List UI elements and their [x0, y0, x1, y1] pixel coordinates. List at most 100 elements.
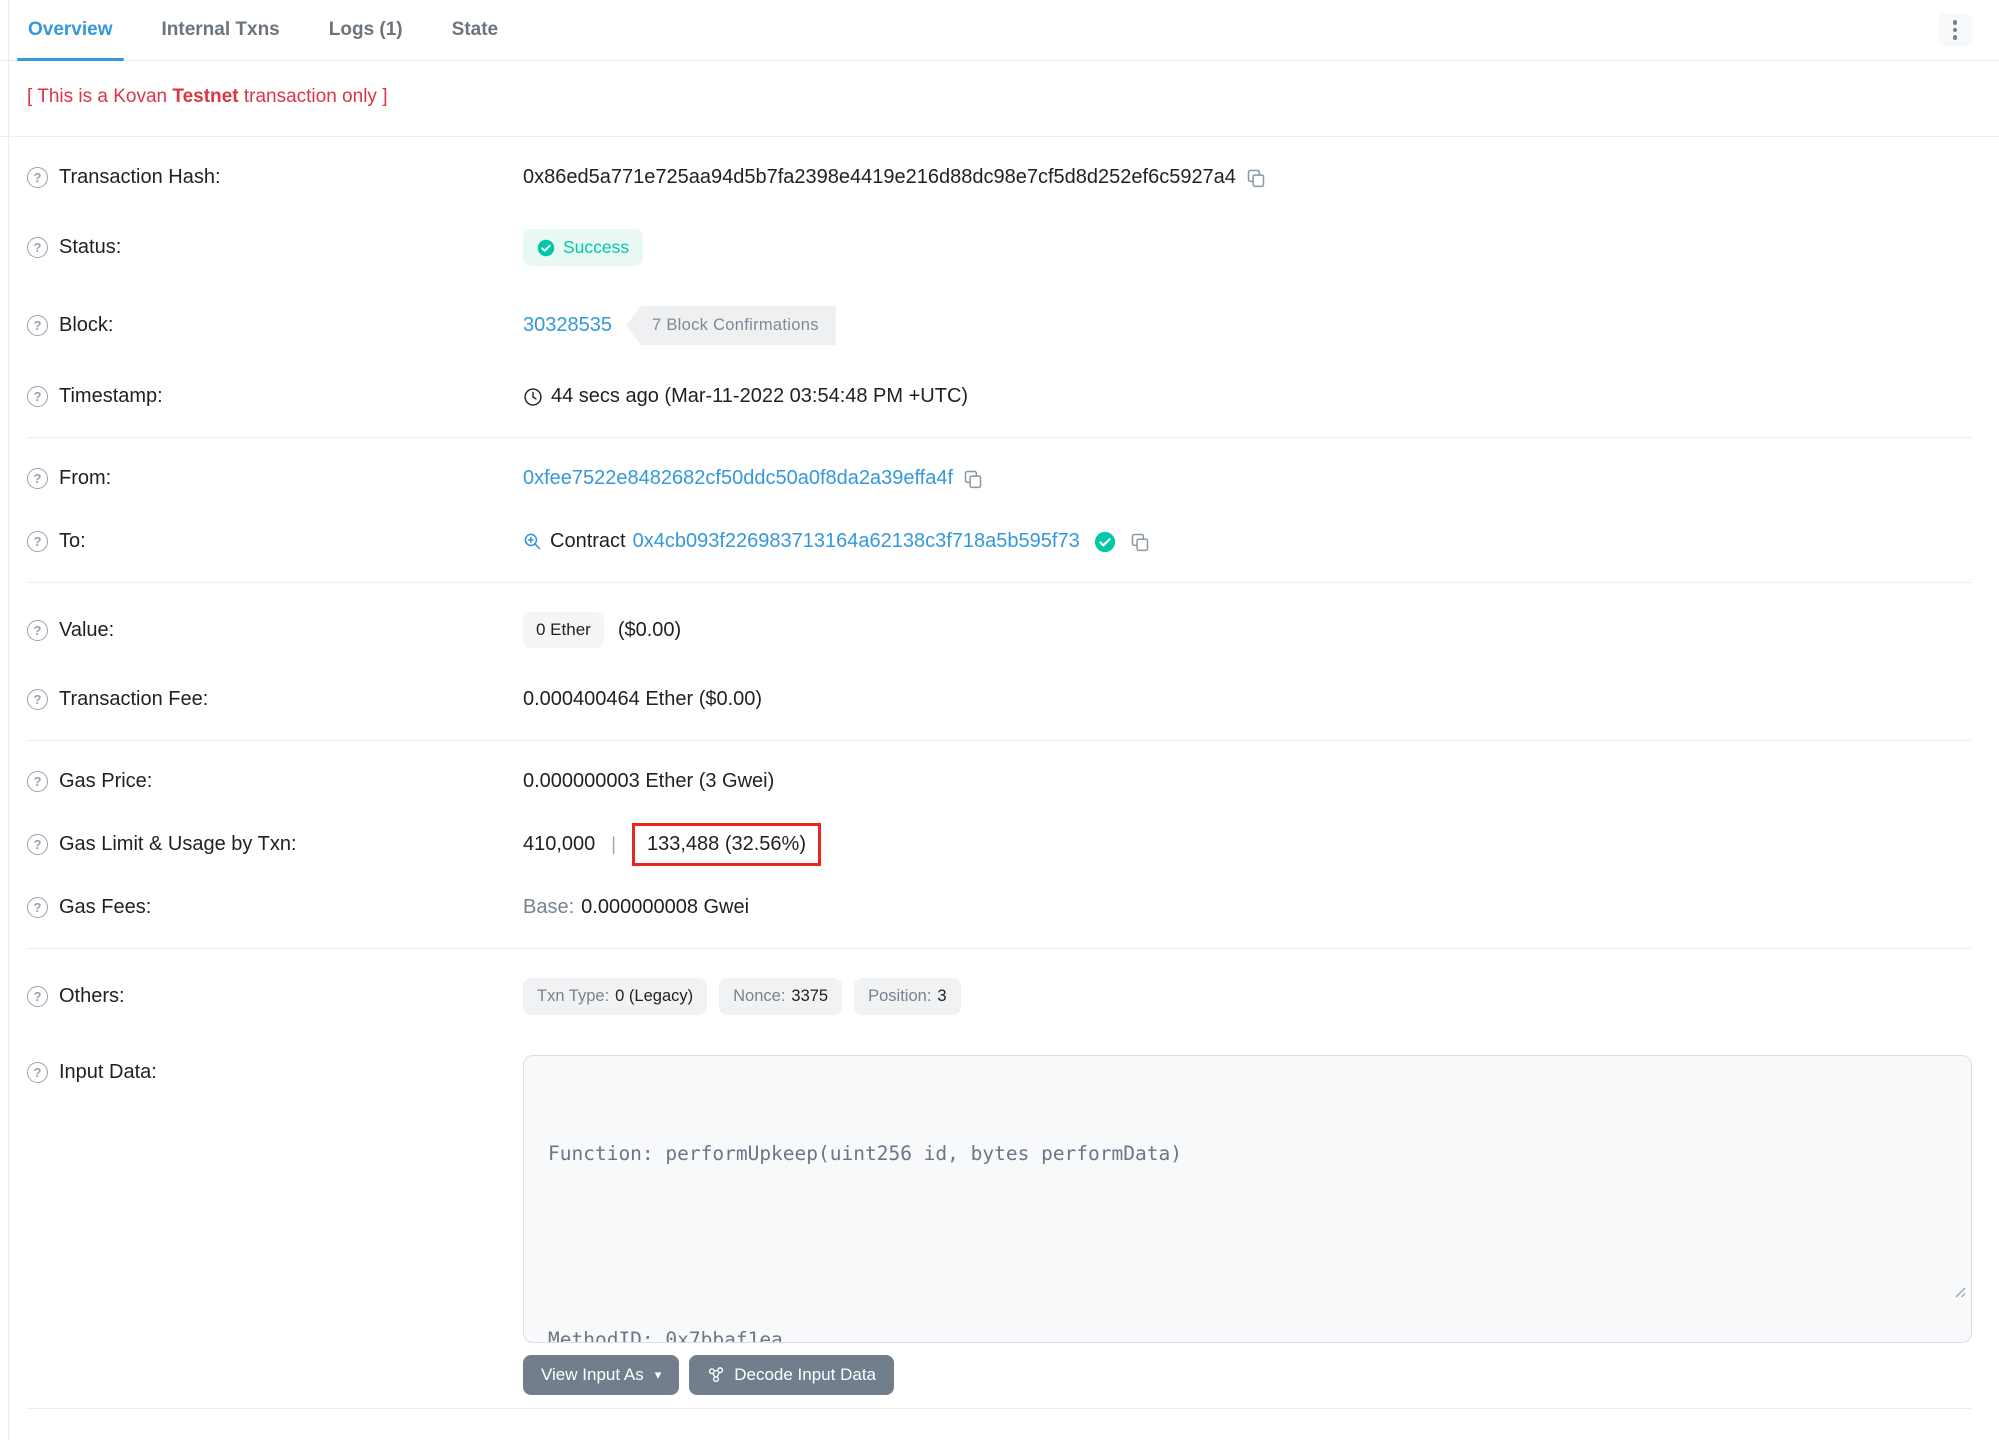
block-label: Block: [59, 314, 114, 336]
gas-usage-value: 133,488 (32.56%) [646, 833, 806, 855]
others-label: Others: [59, 985, 125, 1007]
chevron-down-icon: ▾ [654, 1367, 662, 1382]
position-value: 3 [937, 987, 947, 1005]
help-icon[interactable]: ? [27, 237, 48, 258]
notice-suffix: transaction only ] [238, 86, 388, 107]
ether-value-badge: 0 Ether [523, 612, 604, 648]
kebab-dot-icon [1952, 35, 1958, 40]
input-data-label: Input Data: [59, 1061, 157, 1083]
help-icon[interactable]: ? [27, 834, 48, 855]
to-address-link[interactable]: 0x4cb093f226983713164a62138c3f718a5b595f… [633, 530, 1080, 553]
status-label: Status: [59, 236, 122, 258]
from-address-link[interactable]: 0xfee7522e8482682cf50ddc50a0f8da2a39effa… [523, 467, 953, 490]
card-left-border [8, 0, 9, 1440]
transaction-hash-value: 0x86ed5a771e725aa94d5b7fa2398e4419e216d8… [523, 166, 1236, 188]
input-data-textarea[interactable]: Function: performUpkeep(uint256 id, byte… [523, 1055, 1972, 1343]
tab-bar: Overview Internal Txns Logs (1) State [0, 0, 1999, 61]
zoom-in-icon[interactable] [523, 532, 542, 551]
overview-group-2: ? From: 0xfee7522e8482682cf50ddc50a0f8da… [27, 438, 1972, 583]
txn-type-value: 0 (Legacy) [615, 987, 694, 1005]
copy-from-button[interactable] [963, 469, 983, 489]
input-data-actions: View Input As ▾ Decode Input Data [523, 1343, 1972, 1399]
decode-input-data-button[interactable]: Decode Input Data [689, 1355, 894, 1395]
help-icon[interactable]: ? [27, 315, 48, 336]
kebab-dot-icon [1952, 27, 1958, 33]
row-input-data: ? Input Data: Function: performUpkeep(ui… [27, 1035, 1972, 1343]
row-others: ? Others: Txn Type: 0 (Legacy) Nonce: 33… [27, 958, 1972, 1035]
gas-price-value: 0.000000003 Ether (3 Gwei) [523, 770, 775, 792]
help-icon[interactable]: ? [27, 468, 48, 489]
gas-fees-label: Gas Fees: [59, 896, 152, 918]
gas-limit-label: Gas Limit & Usage by Txn: [59, 833, 297, 855]
copy-to-button[interactable] [1130, 532, 1150, 552]
tab-state[interactable]: State [441, 0, 509, 60]
block-number-link[interactable]: 30328535 [523, 314, 612, 337]
tab-logs[interactable]: Logs (1) [318, 0, 414, 60]
notice-bold: Testnet [172, 86, 239, 107]
nonce-label: Nonce: [733, 987, 786, 1005]
copy-icon [1247, 169, 1265, 187]
decode-icon [709, 1367, 724, 1383]
row-from: ? From: 0xfee7522e8482682cf50ddc50a0f8da… [27, 447, 1972, 510]
value-usd: ($0.00) [617, 618, 682, 641]
help-icon[interactable]: ? [27, 1062, 48, 1083]
from-label: From: [59, 467, 112, 489]
tab-overview[interactable]: Overview [17, 0, 124, 61]
view-input-as-label: View Input As [541, 1365, 644, 1384]
help-icon[interactable]: ? [27, 897, 48, 918]
nonce-value: 3375 [791, 987, 829, 1005]
row-transaction-fee: ? Transaction Fee: 0.000400464 Ether ($0… [27, 668, 1972, 731]
row-status: ? Status: Success [27, 209, 1972, 286]
separator-bar: | [611, 834, 616, 854]
help-icon[interactable]: ? [27, 619, 48, 641]
timestamp-label: Timestamp: [59, 385, 163, 407]
help-icon[interactable]: ? [27, 386, 48, 407]
overview-group-4: ? Gas Price: 0.000000003 Ether (3 Gwei) … [27, 741, 1972, 949]
gas-fees-base-value: 0.000000008 Gwei [581, 896, 750, 918]
row-gas-limit-usage: ? Gas Limit & Usage by Txn: 410,000 | 13… [27, 813, 1972, 876]
help-icon[interactable]: ? [27, 167, 48, 188]
input-blank-line [548, 1231, 1947, 1262]
notice-prefix: [ This is a Kovan [27, 86, 173, 107]
to-contract-prefix: Contract [550, 530, 626, 552]
verified-check-icon [1094, 531, 1115, 552]
input-function-line: Function: performUpkeep(uint256 id, byte… [548, 1142, 1182, 1165]
block-confirmations-badge: 7 Block Confirmations [625, 306, 836, 345]
overview-group-1: ? Transaction Hash: 0x86ed5a771e725aa94d… [27, 137, 1972, 438]
row-timestamp: ? Timestamp: 44 secs ago (Mar-11-2022 03… [27, 365, 1972, 428]
resize-handle[interactable] [1835, 1245, 1966, 1338]
help-icon[interactable]: ? [27, 689, 48, 710]
view-input-as-button[interactable]: View Input As ▾ [523, 1355, 680, 1395]
gas-price-label: Gas Price: [59, 770, 153, 792]
gas-fees-base-label: Base: [523, 896, 575, 918]
gas-usage-annotation-box: 133,488 (32.56%) [631, 823, 821, 866]
txn-type-label: Txn Type: [537, 987, 610, 1005]
status-badge: Success [523, 229, 644, 266]
row-transaction-hash: ? Transaction Hash: 0x86ed5a771e725aa94d… [27, 146, 1972, 209]
row-block: ? Block: 30328535 7 Block Confirmations [27, 286, 1972, 365]
kebab-dot-icon [1952, 20, 1958, 25]
help-icon[interactable]: ? [27, 771, 48, 792]
overview-group-5: ? Others: Txn Type: 0 (Legacy) Nonce: 33… [27, 949, 1972, 1409]
row-gas-price: ? Gas Price: 0.000000003 Ether (3 Gwei) [27, 750, 1972, 813]
help-icon[interactable]: ? [27, 531, 48, 552]
position-badge: Position: 3 [854, 978, 961, 1015]
status-text: Success [563, 237, 630, 257]
bottom-spacer [27, 1409, 1972, 1439]
clock-icon [524, 387, 542, 406]
value-label: Value: [59, 618, 115, 641]
testnet-notice: [ This is a Kovan Testnet transaction on… [0, 61, 1999, 137]
position-label: Position: [868, 987, 932, 1005]
transaction-hash-label: Transaction Hash: [59, 166, 221, 188]
kebab-menu-button[interactable] [1938, 13, 1972, 47]
to-label: To: [59, 530, 86, 552]
tab-internal-txns[interactable]: Internal Txns [151, 0, 291, 60]
row-value: ? Value: 0 Ether ($0.00) [27, 592, 1972, 668]
decode-input-data-label: Decode Input Data [734, 1365, 876, 1384]
transaction-fee-label: Transaction Fee: [59, 688, 209, 710]
row-to: ? To: Contract 0x4cb093f226983713164a621… [27, 510, 1972, 573]
help-icon[interactable]: ? [27, 986, 48, 1007]
copy-icon [964, 470, 982, 488]
txn-type-badge: Txn Type: 0 (Legacy) [523, 978, 708, 1015]
copy-hash-button[interactable] [1246, 168, 1266, 188]
